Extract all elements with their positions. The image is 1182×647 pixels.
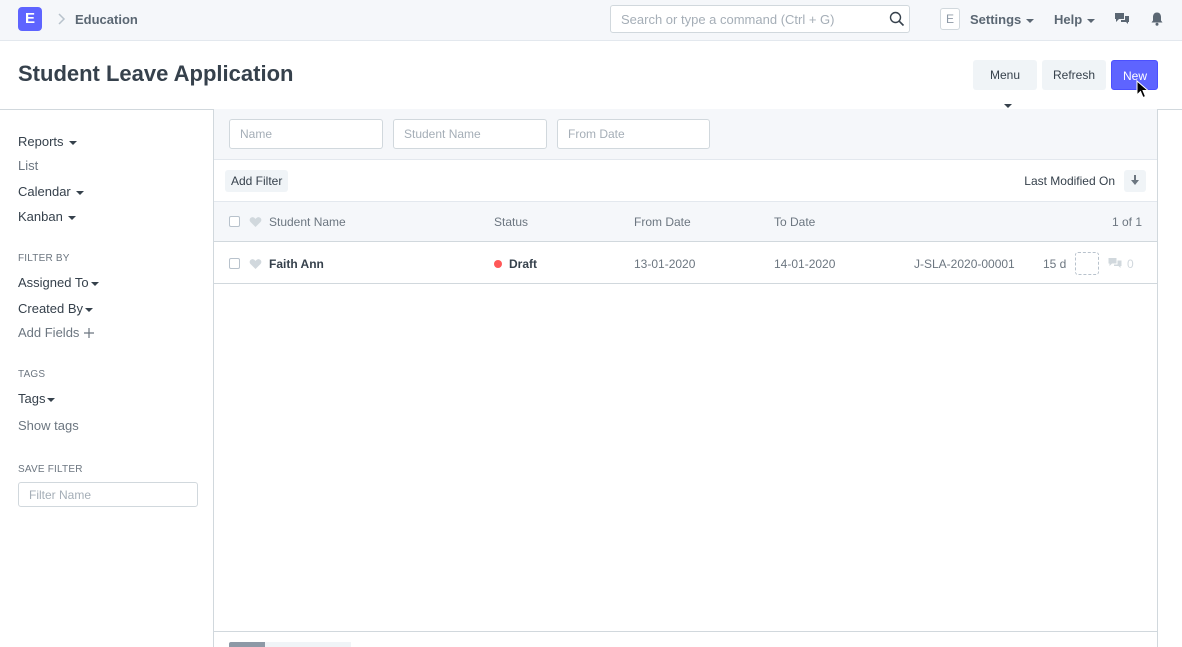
search-input[interactable] bbox=[610, 5, 910, 33]
standard-filters bbox=[214, 109, 1157, 160]
help-label: Help bbox=[1054, 12, 1083, 27]
settings-label: Settings bbox=[970, 12, 1022, 27]
sidebar-item-label: Tags bbox=[18, 391, 46, 406]
row-checkbox[interactable] bbox=[229, 258, 240, 269]
save-filter-heading: SAVE FILTER bbox=[18, 464, 83, 475]
row-to-date: 14-01-2020 bbox=[774, 257, 836, 271]
sidebar-assigned-to[interactable]: Assigned To bbox=[18, 275, 99, 290]
heart-icon[interactable] bbox=[249, 258, 262, 270]
sidebar-item-label: List bbox=[18, 158, 39, 173]
from-date-filter-input[interactable] bbox=[557, 119, 710, 149]
list-footer-divider bbox=[214, 631, 1157, 632]
chat-icon[interactable] bbox=[1114, 11, 1130, 27]
sidebar-kanban[interactable]: Kanban bbox=[18, 209, 76, 224]
paging-button-group[interactable] bbox=[265, 642, 351, 647]
paging-button-20[interactable] bbox=[229, 642, 265, 647]
app-logo[interactable]: E bbox=[18, 7, 42, 31]
mouse-cursor-icon bbox=[1136, 80, 1150, 99]
sidebar-calendar[interactable]: Calendar bbox=[18, 184, 84, 199]
column-student-name: Student Name bbox=[269, 215, 346, 229]
comment-icon bbox=[1108, 258, 1122, 268]
menu-button[interactable]: Menu bbox=[973, 60, 1037, 108]
caret-down-icon bbox=[85, 307, 94, 312]
sort-order-button[interactable] bbox=[1124, 170, 1146, 192]
caret-down-icon bbox=[47, 397, 56, 402]
caret-down-icon bbox=[1003, 103, 1012, 108]
new-button[interactable]: New bbox=[1111, 60, 1158, 90]
help-dropdown[interactable]: Help bbox=[1054, 12, 1096, 27]
assignee-avatar-placeholder[interactable] bbox=[1075, 252, 1099, 275]
breadcrumb-education[interactable]: Education bbox=[75, 12, 138, 27]
filter-by-heading: FILTER BY bbox=[18, 253, 70, 264]
sidebar-item-label: Reports bbox=[18, 134, 64, 149]
sidebar-add-fields[interactable]: Add Fields bbox=[18, 325, 95, 340]
sidebar-item-label: Show tags bbox=[18, 418, 79, 433]
list-count: 1 of 1 bbox=[1111, 215, 1142, 229]
sidebar-item-label: Add Fields bbox=[18, 325, 80, 340]
column-to-date: To Date bbox=[774, 215, 816, 229]
sidebar-item-label: Kanban bbox=[18, 209, 63, 224]
select-all-checkbox[interactable] bbox=[229, 216, 240, 227]
list-panel: Add Filter Last Modified On Student Name… bbox=[213, 109, 1158, 647]
plus-icon bbox=[84, 328, 95, 338]
row-modified: 15 d bbox=[1043, 257, 1067, 271]
status-badge[interactable]: Draft bbox=[494, 257, 537, 271]
student-name-filter-input[interactable] bbox=[393, 119, 547, 149]
sidebar-created-by[interactable]: Created By bbox=[18, 301, 94, 316]
filter-bar: Add Filter Last Modified On bbox=[214, 160, 1157, 202]
row-id: J-SLA-2020-00001 bbox=[914, 257, 1015, 271]
sort-descending-icon bbox=[1131, 174, 1139, 185]
column-status: Status bbox=[494, 215, 529, 229]
page-title: Student Leave Application bbox=[18, 61, 294, 86]
add-filter-button[interactable]: Add Filter bbox=[225, 170, 289, 192]
filter-name-input[interactable] bbox=[18, 482, 198, 507]
sidebar-item-label: Assigned To bbox=[18, 275, 89, 290]
status-label: Draft bbox=[509, 257, 538, 271]
column-from-date: From Date bbox=[634, 215, 691, 229]
list-header: Student Name Status From Date To Date 1 … bbox=[214, 202, 1157, 242]
top-navbar: E Education E Settings Help bbox=[0, 0, 1182, 41]
menu-label: Menu bbox=[989, 68, 1021, 82]
caret-down-icon bbox=[1026, 18, 1035, 23]
sort-selector[interactable]: Last Modified On bbox=[1024, 174, 1115, 188]
caret-down-icon bbox=[75, 190, 84, 195]
sidebar-reports[interactable]: Reports bbox=[18, 134, 77, 149]
caret-down-icon bbox=[68, 140, 77, 145]
status-dot-icon bbox=[494, 260, 502, 268]
row-student-name-link[interactable]: Faith Ann bbox=[269, 257, 324, 271]
sidebar-item-label: Created By bbox=[18, 301, 84, 316]
tags-heading: TAGS bbox=[18, 369, 46, 380]
name-filter-input[interactable] bbox=[229, 119, 383, 149]
caret-down-icon bbox=[1087, 18, 1096, 23]
bell-icon[interactable] bbox=[1149, 11, 1165, 27]
heart-icon bbox=[249, 217, 262, 227]
row-from-date: 13-01-2020 bbox=[634, 257, 696, 271]
search-icon[interactable] bbox=[889, 11, 905, 27]
table-row[interactable]: Faith Ann Draft 13-01-2020 14-01-2020 J-… bbox=[214, 243, 1157, 284]
settings-dropdown[interactable]: Settings bbox=[970, 12, 1035, 27]
chevron-right-icon bbox=[58, 13, 66, 25]
caret-down-icon bbox=[90, 281, 99, 286]
sidebar-item-label: Calendar bbox=[18, 184, 71, 199]
caret-down-icon bbox=[67, 215, 76, 220]
user-avatar[interactable]: E bbox=[940, 8, 960, 30]
sidebar-list[interactable]: List bbox=[18, 158, 38, 173]
sidebar-show-tags[interactable]: Show tags bbox=[18, 418, 79, 433]
sidebar-tags[interactable]: Tags bbox=[18, 391, 56, 406]
comment-count: 0 bbox=[1127, 257, 1134, 271]
refresh-button[interactable]: Refresh bbox=[1042, 60, 1106, 90]
